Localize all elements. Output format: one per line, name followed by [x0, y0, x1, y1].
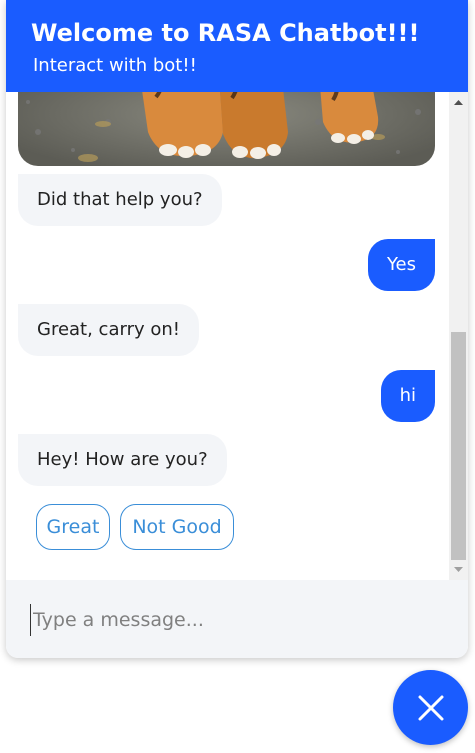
chat-scrollbar[interactable]	[449, 92, 468, 580]
scrollbar-thumb[interactable]	[451, 332, 466, 560]
tiger-paws-image	[18, 92, 435, 166]
close-chat-button[interactable]	[393, 670, 468, 745]
scroll-up-arrow-icon[interactable]	[449, 95, 468, 111]
chat-header: Welcome to RASA Chatbot!!! Interact with…	[6, 0, 468, 92]
header-title: Welcome to RASA Chatbot!!!	[31, 19, 420, 47]
bot-message: Hey! How are you?	[18, 434, 227, 486]
chat-widget: Welcome to RASA Chatbot!!! Interact with…	[6, 0, 468, 658]
bot-message: Did that help you?	[18, 174, 222, 226]
chat-messages-area[interactable]: Did that help you? Yes Great, carry on! …	[6, 92, 468, 580]
scroll-down-arrow-icon[interactable]	[449, 561, 468, 577]
header-subtitle: Interact with bot!!	[33, 55, 197, 76]
quick-reply-not-good[interactable]: Not Good	[120, 504, 234, 550]
bot-message: Great, carry on!	[18, 304, 199, 356]
chat-image-tiger-paws	[18, 92, 435, 166]
close-icon	[418, 695, 443, 720]
user-message: hi	[380, 370, 435, 422]
user-message: Yes	[367, 239, 435, 291]
message-composer	[6, 580, 468, 658]
quick-reply-great[interactable]: Great	[36, 504, 110, 550]
message-input[interactable]	[30, 604, 430, 636]
